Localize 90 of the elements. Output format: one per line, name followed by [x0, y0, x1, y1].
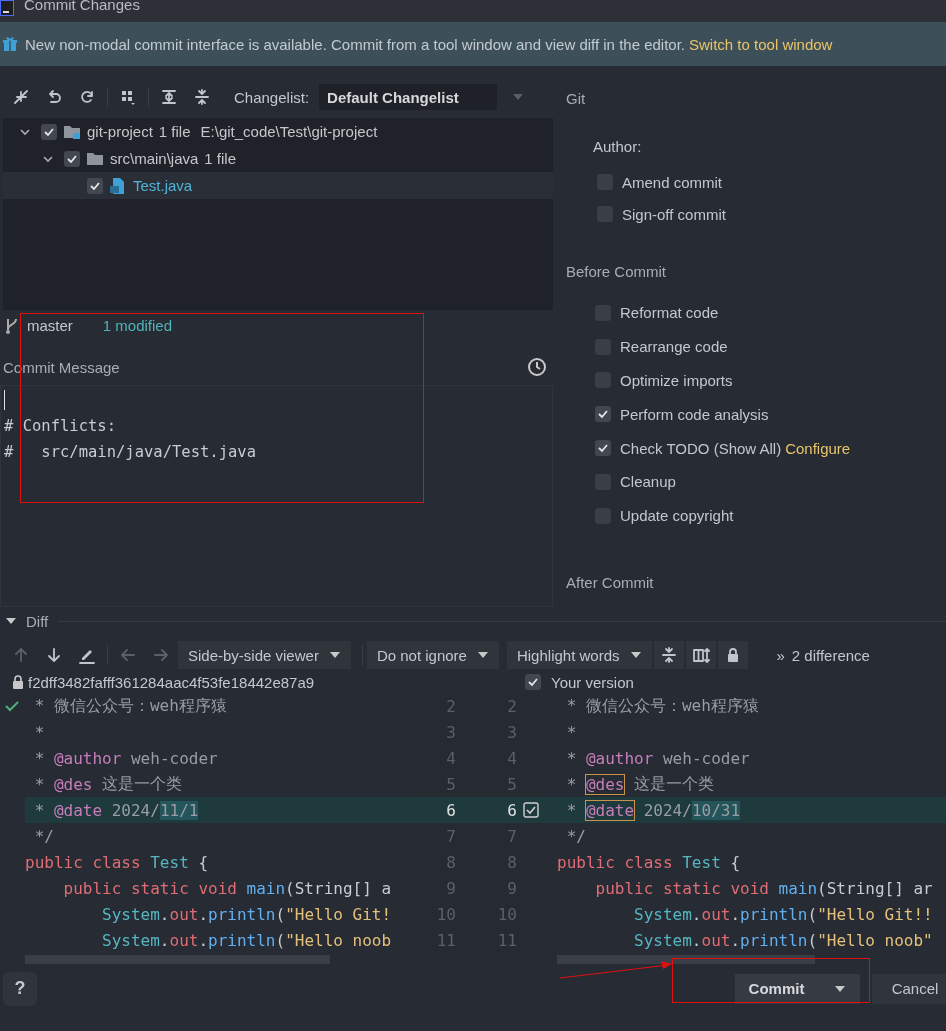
code-line: * @author weh-coder — [33, 747, 219, 770]
section-title: Git — [566, 88, 587, 109]
changelist-label: Changelist: — [234, 88, 310, 106]
code-line: * — [33, 721, 46, 744]
tree-row[interactable]: src\main\java 1 file — [3, 145, 553, 172]
code-line: * @des 这是一个类 — [565, 772, 716, 796]
more-chevron[interactable]: » — [776, 646, 785, 664]
columns-icon[interactable] — [691, 646, 710, 664]
changelist-dropdown[interactable]: Default Changelist — [319, 84, 498, 110]
code-line: public static void main(String[] a — [62, 877, 393, 900]
group-icon[interactable] — [119, 88, 137, 106]
line-number: 6 — [446, 800, 456, 820]
tree-row[interactable]: Test.java — [3, 172, 553, 199]
tree-label: src\main\java — [110, 150, 199, 167]
arrows-icon[interactable] — [12, 88, 30, 106]
code-line: */ — [33, 825, 55, 848]
code-line: System.out.println("Hello Git! — [101, 903, 393, 926]
option-label: Update copyright — [620, 507, 734, 525]
checkbox[interactable] — [41, 123, 57, 140]
code-line: * — [565, 721, 578, 744]
line-number: 6 — [507, 800, 517, 820]
option-label: Perform code analysis — [620, 405, 769, 423]
code-line: * 微信公众号：weh程序猿 — [33, 694, 228, 717]
dropdown[interactable]: Highlight words — [506, 641, 652, 669]
tree-label: git-project — [87, 123, 153, 140]
checkbox[interactable] — [595, 406, 611, 423]
option-label: Optimize imports — [620, 372, 733, 389]
section-title: Before Commit — [566, 261, 668, 282]
history-icon[interactable] — [527, 357, 547, 377]
option-label: Amend commit — [622, 173, 723, 191]
collapse-all-icon[interactable] — [193, 88, 211, 106]
branch-icon — [5, 316, 19, 335]
java-file-icon — [109, 176, 127, 195]
file-count: 1 file — [158, 123, 191, 140]
caret-icon — [629, 651, 642, 659]
collapse-triangle-icon[interactable] — [6, 616, 16, 626]
banner-text: New non-modal commit interface is available. Commit from a tool window and view diff in the editor. — [25, 35, 685, 53]
configure-link[interactable]: Configure — [785, 439, 851, 457]
help-button[interactable]: ? — [3, 971, 37, 1006]
code-line: * @author weh-coder — [565, 747, 751, 770]
code-line: System.out.println("Hello noob — [101, 929, 393, 952]
text-cursor — [4, 390, 5, 410]
code-line: * @des 这是一个类 — [33, 772, 184, 796]
checkbox[interactable] — [595, 440, 611, 457]
switch-link[interactable]: Switch to tool window — [689, 35, 833, 53]
file-count: 1 file — [204, 150, 237, 167]
code-line: * 微信公众号：weh程序猿 — [565, 694, 760, 717]
cancel-button[interactable]: Cancel — [872, 973, 946, 1004]
author-label: Author: — [593, 136, 643, 157]
collapse-all-icon[interactable] — [659, 646, 678, 664]
differences-count: 2 difference — [791, 646, 870, 664]
tree-label: Test.java — [133, 177, 193, 194]
path-text: E:\git_code\Test\git-project — [200, 123, 378, 140]
caret-icon — [476, 651, 489, 659]
code-line: public class Test { — [556, 851, 742, 874]
refresh-icon[interactable] — [78, 88, 96, 106]
code-line: System.out.println("Hello Git!! — [633, 903, 934, 926]
diff-title: Diff — [26, 612, 49, 630]
checkbox[interactable] — [525, 674, 541, 690]
check-icon — [5, 700, 19, 712]
code-line: System.out.println("Hello noob" — [633, 929, 934, 952]
section-title: After Commit — [566, 573, 655, 594]
code-line: */ — [565, 825, 587, 848]
option-label: Check TODO (Show All) — [620, 439, 782, 457]
checkbox-icon[interactable] — [523, 802, 539, 818]
app-logo-icon — [0, 0, 14, 16]
expand-all-icon[interactable] — [160, 88, 178, 106]
modified-count[interactable]: 1 modified — [102, 317, 173, 334]
commit-button[interactable]: Commit — [735, 973, 860, 1004]
dropdown[interactable]: Do not ignore — [366, 641, 499, 669]
commit-message-field[interactable]: # Conflicts: # src/main/java/Test.java — [0, 385, 553, 607]
option-label: Sign-off commit — [622, 205, 726, 223]
dropdown[interactable]: Side-by-side viewer — [178, 641, 351, 669]
version-title: Your version — [551, 673, 634, 691]
checkbox[interactable] — [64, 150, 80, 167]
option-label: Cleanup — [620, 473, 676, 491]
checkbox[interactable] — [87, 177, 103, 194]
arrow-down-icon[interactable] — [45, 646, 63, 664]
tree-row[interactable]: git-project 1 file E:\git_code\Test\git-project — [3, 118, 553, 145]
revision-hash: f2dff3482fafff361284aac4f53fe18442e87a9 — [28, 673, 315, 691]
code-line: public class Test { — [25, 851, 210, 874]
branch-name: master — [27, 317, 73, 334]
caret-icon — [834, 984, 847, 993]
code-line: public static void main(String[] ar — [594, 877, 934, 900]
option-label: Rearrange code — [620, 338, 728, 356]
lock-icon — [12, 675, 24, 689]
caret-icon — [328, 651, 341, 659]
window-title: Commit Changes — [24, 0, 140, 14]
scrollbar[interactable] — [557, 954, 815, 964]
option-label: Reformat code — [620, 304, 719, 322]
